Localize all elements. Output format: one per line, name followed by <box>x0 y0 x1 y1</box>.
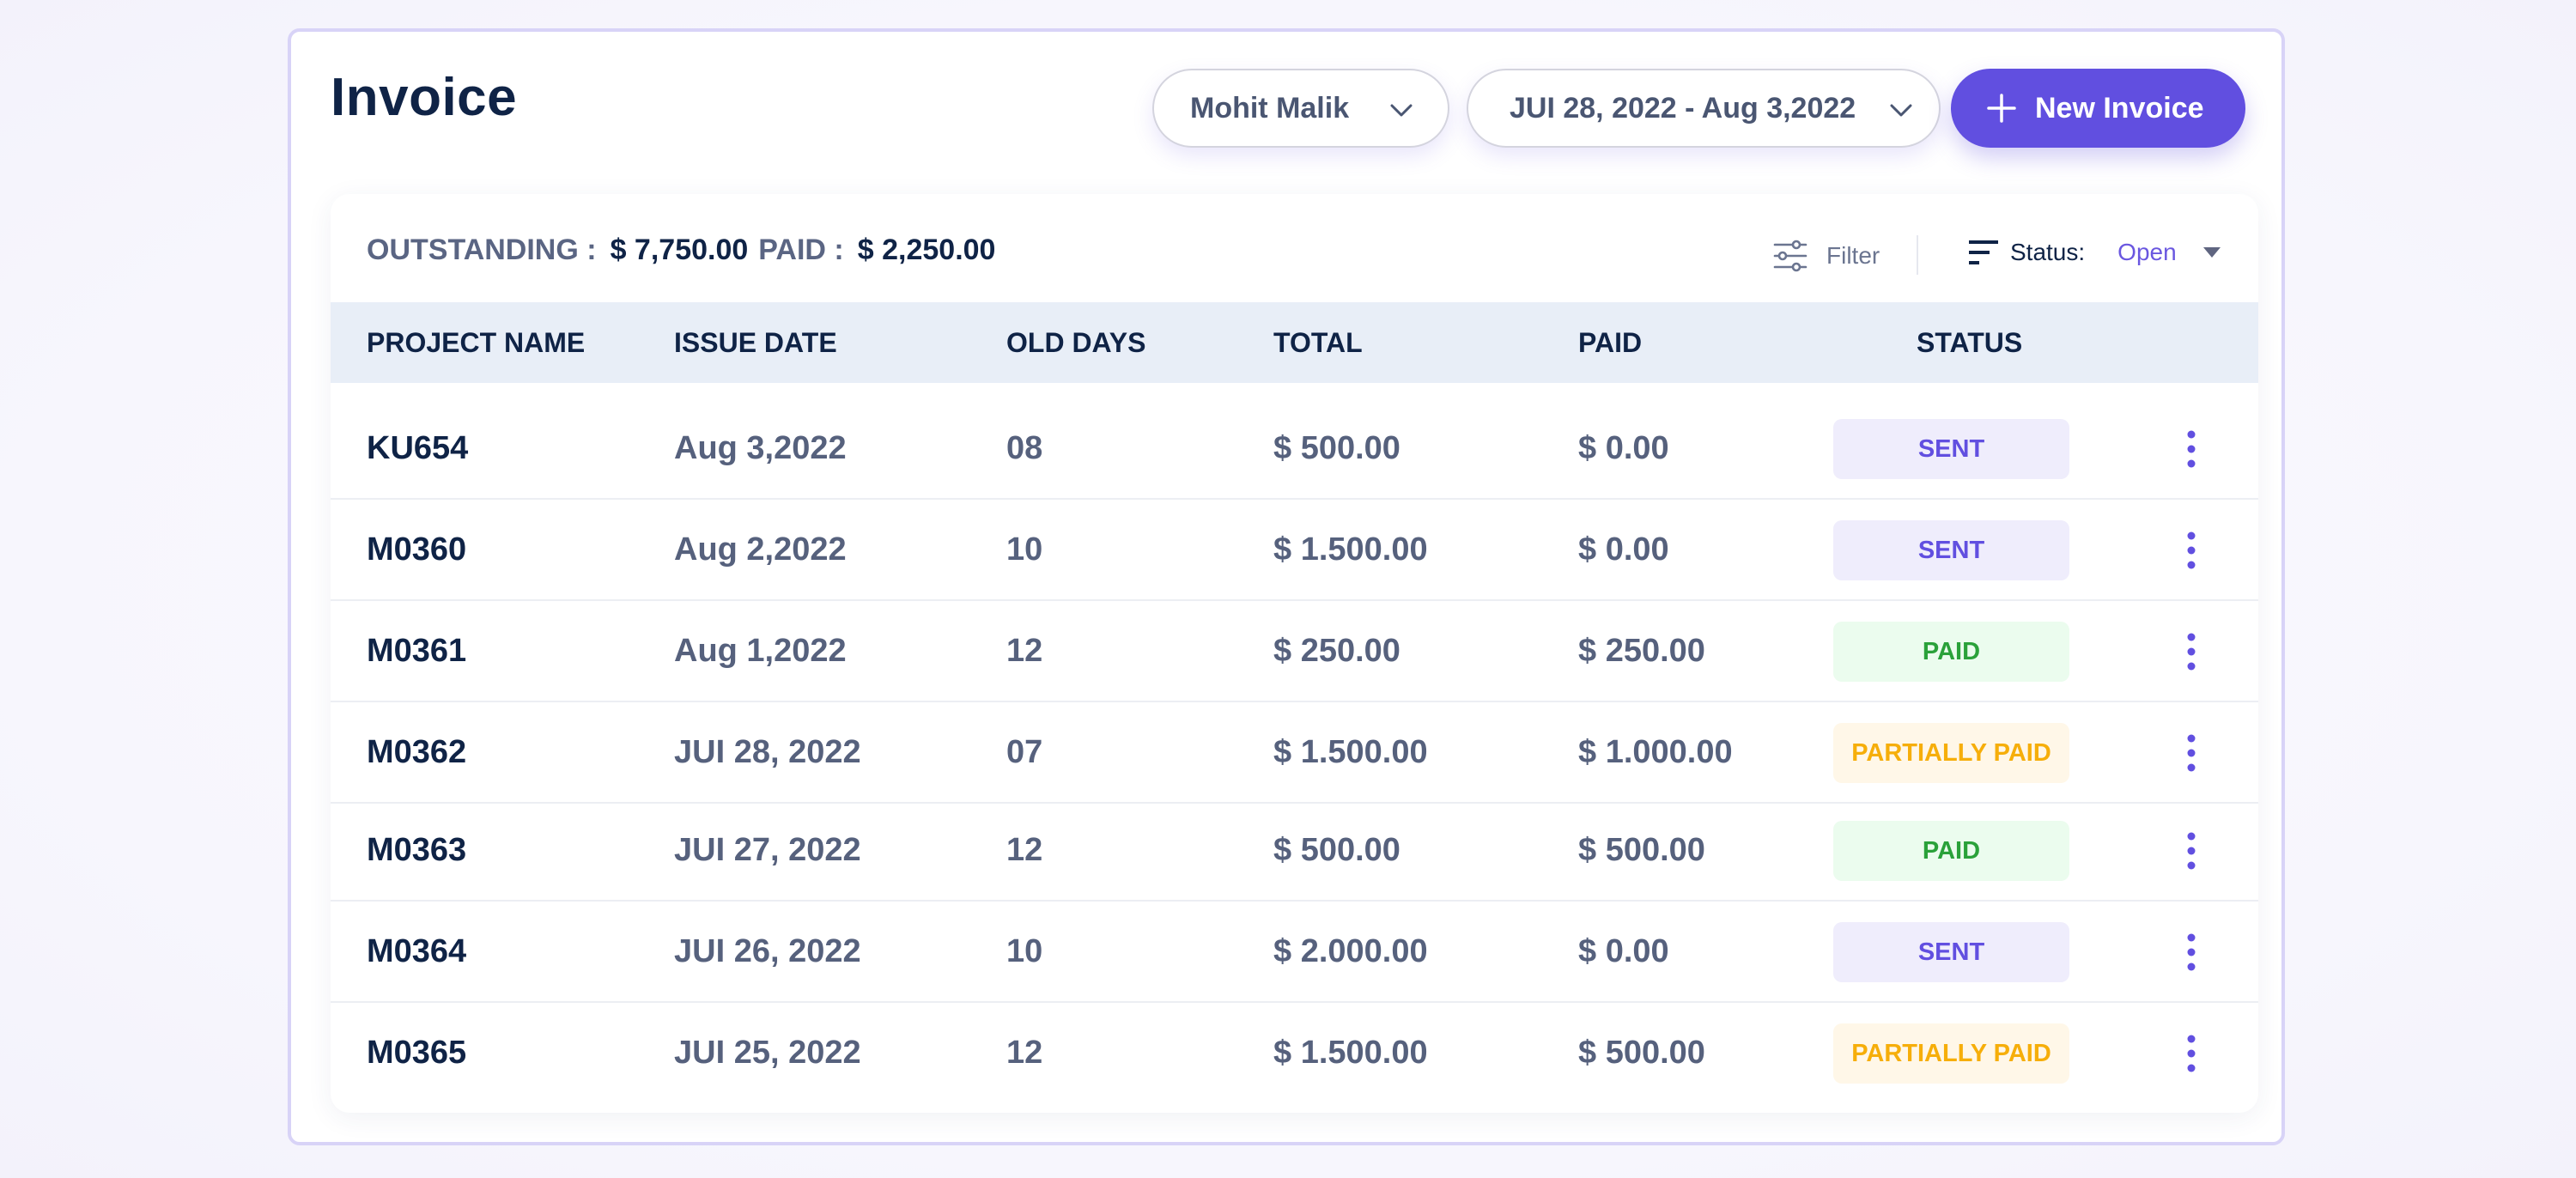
paid-amount: $ 0.00 <box>1578 933 1669 969</box>
sort-icon <box>1969 240 1998 264</box>
column-header-total[interactable]: TOTAL <box>1273 302 1363 383</box>
issue-date: JUI 27, 2022 <box>674 832 861 868</box>
paid-amount: $ 0.00 <box>1578 531 1669 568</box>
old-days: 10 <box>1006 531 1043 568</box>
table-row[interactable]: M0365 JUI 25, 2022 12 $ 1.500.00 $ 500.00 PAR… <box>331 1003 2258 1104</box>
page-title: Invoice <box>331 68 518 127</box>
total-amount: $ 1.500.00 <box>1273 1035 1428 1071</box>
status-badge: PARTIALLY PAID <box>1833 1023 2069 1084</box>
status-badge: SENT <box>1833 419 2069 479</box>
filter-button[interactable]: Filter <box>1773 239 1880 273</box>
project-name[interactable]: M0364 <box>367 902 466 1001</box>
status-badge: SENT <box>1833 520 2069 580</box>
old-days: 10 <box>1006 933 1043 969</box>
chevron-down-icon <box>1890 104 1912 117</box>
invoice-table-card: OUTSTANDING : $ 7,750.00 PAID : $ 2,250.… <box>331 194 2258 1113</box>
kebab-menu-icon[interactable] <box>2181 733 2202 773</box>
sliders-icon <box>1773 240 1807 272</box>
column-header-old-days[interactable]: OLD DAYS <box>1006 302 1145 383</box>
project-name[interactable]: M0363 <box>367 800 466 900</box>
status-filter-select[interactable]: Status: Open <box>1969 239 2221 266</box>
filter-label: Filter <box>1826 242 1880 269</box>
table-row[interactable]: M0362 JUI 28, 2022 07 $ 1.500.00 $ 1.000.00 P… <box>331 702 2258 804</box>
issue-date: JUI 26, 2022 <box>674 933 861 969</box>
kebab-menu-icon[interactable] <box>2181 429 2202 469</box>
total-amount: $ 2.000.00 <box>1273 933 1428 969</box>
column-header-status[interactable]: STATUS <box>1917 302 2022 383</box>
kebab-menu-icon[interactable] <box>2181 632 2202 671</box>
total-amount: $ 500.00 <box>1273 430 1400 466</box>
plus-icon <box>1987 94 2016 123</box>
issue-date: Aug 2,2022 <box>674 531 847 568</box>
table-row[interactable]: KU654 Aug 3,2022 08 $ 500.00 $ 0.00 SENT <box>331 398 2258 500</box>
chevron-down-icon <box>1390 104 1413 117</box>
kebab-menu-icon[interactable] <box>2181 1034 2202 1073</box>
table-row[interactable]: M0363 JUI 27, 2022 12 $ 500.00 $ 500.00 PAID <box>331 800 2258 902</box>
new-invoice-label: New Invoice <box>2035 91 2204 124</box>
date-range-value: JUI 28, 2022 - Aug 3,2022 <box>1510 91 1856 124</box>
date-range-select[interactable]: JUI 28, 2022 - Aug 3,2022 <box>1467 69 1941 148</box>
status-badge: SENT <box>1833 922 2069 982</box>
table-row[interactable]: M0364 JUI 26, 2022 10 $ 2.000.00 $ 0.00 SENT <box>331 902 2258 1003</box>
old-days: 12 <box>1006 633 1043 669</box>
table-row[interactable]: M0361 Aug 1,2022 12 $ 250.00 $ 250.00 PAID <box>331 601 2258 702</box>
project-name[interactable]: M0365 <box>367 1003 466 1102</box>
column-header-issue-date[interactable]: ISSUE DATE <box>674 302 837 383</box>
issue-date: JUI 28, 2022 <box>674 734 861 770</box>
new-invoice-button[interactable]: New Invoice <box>1951 69 2245 148</box>
paid-amount: $ 500.00 <box>1578 832 1705 868</box>
issue-date: JUI 25, 2022 <box>674 1035 861 1071</box>
total-amount: $ 500.00 <box>1273 832 1400 868</box>
old-days: 12 <box>1006 1035 1043 1071</box>
paid-value: $ 2,250.00 <box>857 234 996 266</box>
kebab-menu-icon[interactable] <box>2181 831 2202 871</box>
status-filter-value: Open <box>2117 239 2177 265</box>
status-filter-label: Status: <box>2010 239 2086 265</box>
table-row[interactable]: M0360 Aug 2,2022 10 $ 1.500.00 $ 0.00 SENT <box>331 500 2258 601</box>
outstanding-value: $ 7,750.00 <box>610 234 749 266</box>
total-amount: $ 1.500.00 <box>1273 734 1428 770</box>
paid-label: PAID : <box>758 234 844 266</box>
table-header: PROJECT NAME ISSUE DATE OLD DAYS TOTAL P… <box>331 302 2258 383</box>
issue-date: Aug 1,2022 <box>674 633 847 669</box>
kebab-menu-icon[interactable] <box>2181 531 2202 570</box>
project-name[interactable]: KU654 <box>367 398 468 498</box>
total-amount: $ 1.500.00 <box>1273 531 1428 568</box>
issue-date: Aug 3,2022 <box>674 430 847 466</box>
project-name[interactable]: M0361 <box>367 601 466 701</box>
total-amount: $ 250.00 <box>1273 633 1400 669</box>
paid-amount: $ 1.000.00 <box>1578 734 1733 770</box>
paid-amount: $ 250.00 <box>1578 633 1705 669</box>
paid-amount: $ 0.00 <box>1578 430 1669 466</box>
status-badge: PAID <box>1833 622 2069 682</box>
column-header-paid[interactable]: PAID <box>1578 302 1642 383</box>
column-header-project-name[interactable]: PROJECT NAME <box>367 302 585 383</box>
status-badge: PAID <box>1833 821 2069 881</box>
invoice-summary: OUTSTANDING : $ 7,750.00 PAID : $ 2,250.… <box>367 234 995 267</box>
client-select[interactable]: Mohit Malik <box>1152 69 1449 148</box>
status-badge: PARTIALLY PAID <box>1833 723 2069 783</box>
project-name[interactable]: M0362 <box>367 702 466 802</box>
paid-amount: $ 500.00 <box>1578 1035 1705 1071</box>
outstanding-label: OUTSTANDING : <box>367 234 597 266</box>
toolbar-divider <box>1917 235 1918 275</box>
client-select-value: Mohit Malik <box>1190 91 1350 124</box>
old-days: 08 <box>1006 430 1043 466</box>
old-days: 12 <box>1006 832 1043 868</box>
caret-down-icon <box>2202 247 2221 258</box>
project-name[interactable]: M0360 <box>367 500 466 599</box>
kebab-menu-icon[interactable] <box>2181 932 2202 972</box>
old-days: 07 <box>1006 734 1043 770</box>
